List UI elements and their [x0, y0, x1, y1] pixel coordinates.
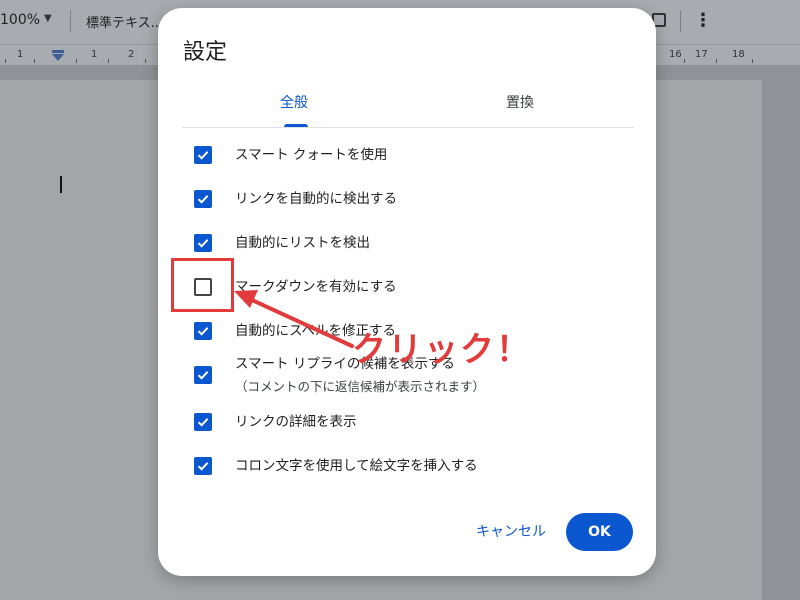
- ruler-tick: [5, 59, 6, 63]
- ruler-tick: [108, 59, 109, 63]
- ruler-indent-marker[interactable]: [52, 50, 64, 53]
- option-label: リンクを自動的に検出する: [235, 191, 397, 207]
- ruler-tick: [145, 59, 146, 63]
- check-icon: [197, 371, 209, 380]
- tab-general[interactable]: 全般: [280, 92, 308, 112]
- checkbox[interactable]: [194, 234, 212, 252]
- option-sublabel: （コメントの下に返信候補が表示されます）: [235, 379, 486, 394]
- ruler-number: 1: [17, 49, 24, 60]
- option-label: スマート クォートを使用: [235, 147, 388, 163]
- check-icon: [197, 151, 209, 160]
- ruler-tick: [684, 59, 685, 63]
- dialog-title: 設定: [183, 40, 228, 65]
- zoom-select[interactable]: 100%: [0, 12, 40, 28]
- option-auto-detect-lists[interactable]: 自動的にリストを検出: [194, 234, 370, 256]
- ruler-number: 1: [91, 49, 98, 60]
- ruler-indent-icon[interactable]: [52, 54, 64, 61]
- annotation-highlight-box: [171, 258, 234, 312]
- ruler-tick: [716, 59, 717, 63]
- cancel-button[interactable]: キャンセル: [466, 514, 556, 550]
- checkbox[interactable]: [194, 146, 212, 164]
- check-icon: [197, 462, 209, 471]
- checkbox[interactable]: [194, 366, 212, 384]
- checkbox[interactable]: [194, 413, 212, 431]
- option-label: マークダウンを有効にする: [235, 279, 397, 295]
- option-label: リンクの詳細を表示: [235, 414, 357, 430]
- check-icon: [197, 418, 209, 427]
- ruler-number: 18: [732, 49, 745, 60]
- more-vert-icon[interactable]: ⋮: [694, 10, 712, 31]
- ok-button[interactable]: OK: [566, 513, 633, 551]
- option-label: 自動的にリストを検出: [235, 235, 370, 251]
- option-emoji-colon[interactable]: コロン文字を使用して絵文字を挿入する: [194, 457, 478, 479]
- tab-divider: [182, 127, 634, 128]
- option-link-details[interactable]: リンクの詳細を表示: [194, 413, 357, 435]
- check-icon: [197, 239, 209, 248]
- checkbox[interactable]: [194, 322, 212, 340]
- option-smart-quotes[interactable]: スマート クォートを使用: [194, 146, 387, 168]
- option-label: コロン文字を使用して絵文字を挿入する: [235, 458, 478, 474]
- ruler-number: 2: [128, 49, 135, 60]
- ruler-tick: [76, 59, 77, 63]
- check-icon: [197, 327, 209, 336]
- checkbox[interactable]: [194, 190, 212, 208]
- toolbar-divider: [680, 10, 681, 32]
- check-icon: [197, 195, 209, 204]
- ruler-number: 16: [669, 49, 682, 60]
- ruler-tick: [752, 59, 753, 63]
- annotation-text: クリック！: [352, 330, 532, 370]
- text-cursor: [60, 176, 62, 193]
- option-auto-detect-links[interactable]: リンクを自動的に検出する: [194, 190, 397, 212]
- ruler-tick: [34, 59, 35, 63]
- chevron-down-icon: ▼: [44, 13, 52, 24]
- style-select[interactable]: 標準テキス...: [86, 12, 163, 31]
- toolbar-divider: [70, 10, 71, 32]
- ruler-number: 17: [695, 49, 708, 60]
- checkbox[interactable]: [194, 457, 212, 475]
- tab-replace[interactable]: 置換: [506, 92, 534, 112]
